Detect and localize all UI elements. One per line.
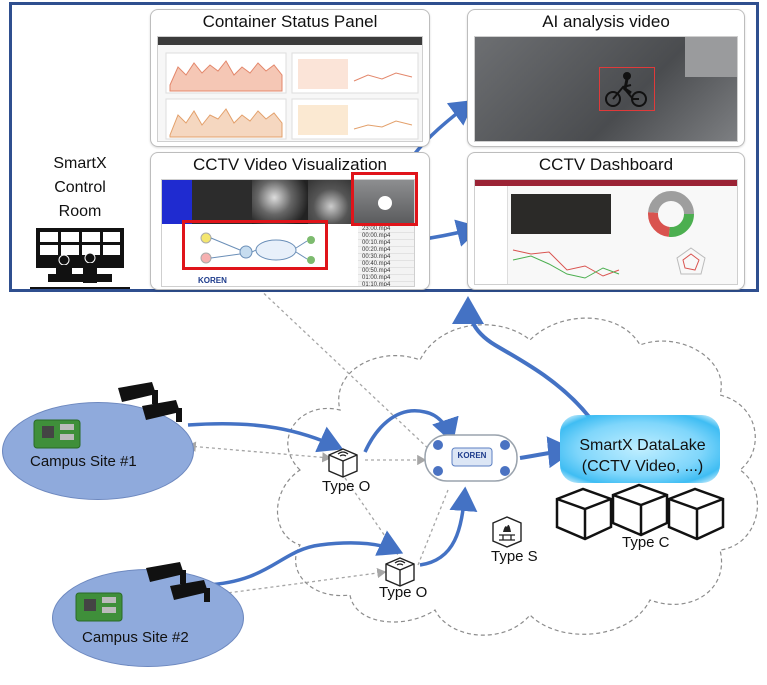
type-c-container-icon-1 <box>555 487 613 541</box>
type-o-box-icon-upper <box>328 448 358 478</box>
control-room-icon <box>30 228 130 289</box>
flow-typeo2-koren <box>419 486 478 567</box>
cctv-dashboard-panel: CCTV Dashboard <box>467 152 745 290</box>
control-room-label-line1: SmartX <box>53 155 107 172</box>
file-list-item[interactable]: 00:40.mp4 <box>358 261 414 268</box>
dashboard-line-chart <box>512 249 620 279</box>
file-list-item[interactable]: 01:00.mp4 <box>358 275 414 282</box>
type-c-container-icon-3 <box>667 487 725 541</box>
file-list-item[interactable]: 00:30.mp4 <box>358 254 414 261</box>
dashboard-radar-chart <box>676 247 706 275</box>
type-o-box-icon-lower <box>385 557 415 587</box>
type-c-label: Type C <box>622 534 670 551</box>
file-list-item[interactable]: 00:10.mp4 <box>358 240 414 247</box>
datalake-title: SmartX DataLake <box>579 437 706 454</box>
video-tile-3 <box>308 180 354 224</box>
ai-analysis-video-panel: AI analysis video <box>467 9 745 147</box>
video-tile-1 <box>192 180 252 224</box>
video-tile-blue <box>162 180 192 224</box>
type-o-lower-label: Type O <box>379 584 428 601</box>
campus-site-1-label: Campus Site #1 <box>30 453 137 470</box>
ai-analysis-video-frame[interactable] <box>474 36 738 142</box>
link-koren-room <box>254 284 433 453</box>
container-status-panel-title: Container Status Panel <box>202 12 378 31</box>
cyclist-icon <box>605 72 647 107</box>
highlight-video-tile <box>351 172 418 226</box>
dashboard-topbar <box>475 180 737 186</box>
link-site1-typeo <box>186 441 332 463</box>
datalake-subtitle: (CCTV Video, ...) <box>581 458 704 475</box>
control-room-label: SmartX Control Room <box>40 152 120 224</box>
container-status-panel: Container Status Panel <box>150 9 430 147</box>
building-shadow <box>685 37 737 77</box>
file-list: 23:00.mp4 00:00.mp4 00:10.mp4 00:20.mp4 00:3… <box>358 226 414 286</box>
type-s-firewall-icon <box>492 516 522 548</box>
campus-site-2-label: Campus Site #2 <box>82 629 189 646</box>
file-list-item[interactable]: 00:50.mp4 <box>358 268 414 275</box>
control-room-label-line2: Control <box>54 179 106 196</box>
container-status-screenshot <box>157 36 423 142</box>
type-o-upper-label: Type O <box>322 478 371 495</box>
dashboard-sidebar <box>475 186 508 284</box>
flow-site1-typeo <box>187 421 344 453</box>
control-room-label-line3: Room <box>58 203 102 220</box>
koren-logo-text: KOREN <box>198 276 227 285</box>
file-list-item[interactable]: 01:10.mp4 <box>358 282 414 286</box>
file-list-item[interactable]: 00:20.mp4 <box>358 247 414 254</box>
cctv-camera-icon <box>146 562 210 602</box>
ai-analysis-video-title: AI analysis video <box>542 12 670 31</box>
highlight-network-diagram <box>182 220 328 270</box>
dashboard-video <box>511 194 611 234</box>
dashboard-donut-chart <box>648 191 694 237</box>
type-s-label: Type S <box>491 548 538 565</box>
raspberry-pi-icon <box>33 419 81 449</box>
file-list-item[interactable]: 23:00.mp4 <box>358 226 414 233</box>
video-tile-2 <box>252 180 308 224</box>
type-c-container-icon-2 <box>611 483 669 537</box>
cctv-camera-icon <box>118 382 182 422</box>
status-mini-charts <box>165 52 419 140</box>
cctv-dashboard-screenshot <box>474 179 738 285</box>
file-list-item[interactable]: 00:00.mp4 <box>358 233 414 240</box>
flow-datalake-room <box>452 296 592 420</box>
cctv-dashboard-title: CCTV Dashboard <box>538 155 674 174</box>
link-site2-typeo <box>203 567 387 601</box>
koren-router-label: KOREN <box>457 451 487 460</box>
screenshot-topbar <box>158 37 422 45</box>
raspberry-pi-icon <box>75 592 123 622</box>
